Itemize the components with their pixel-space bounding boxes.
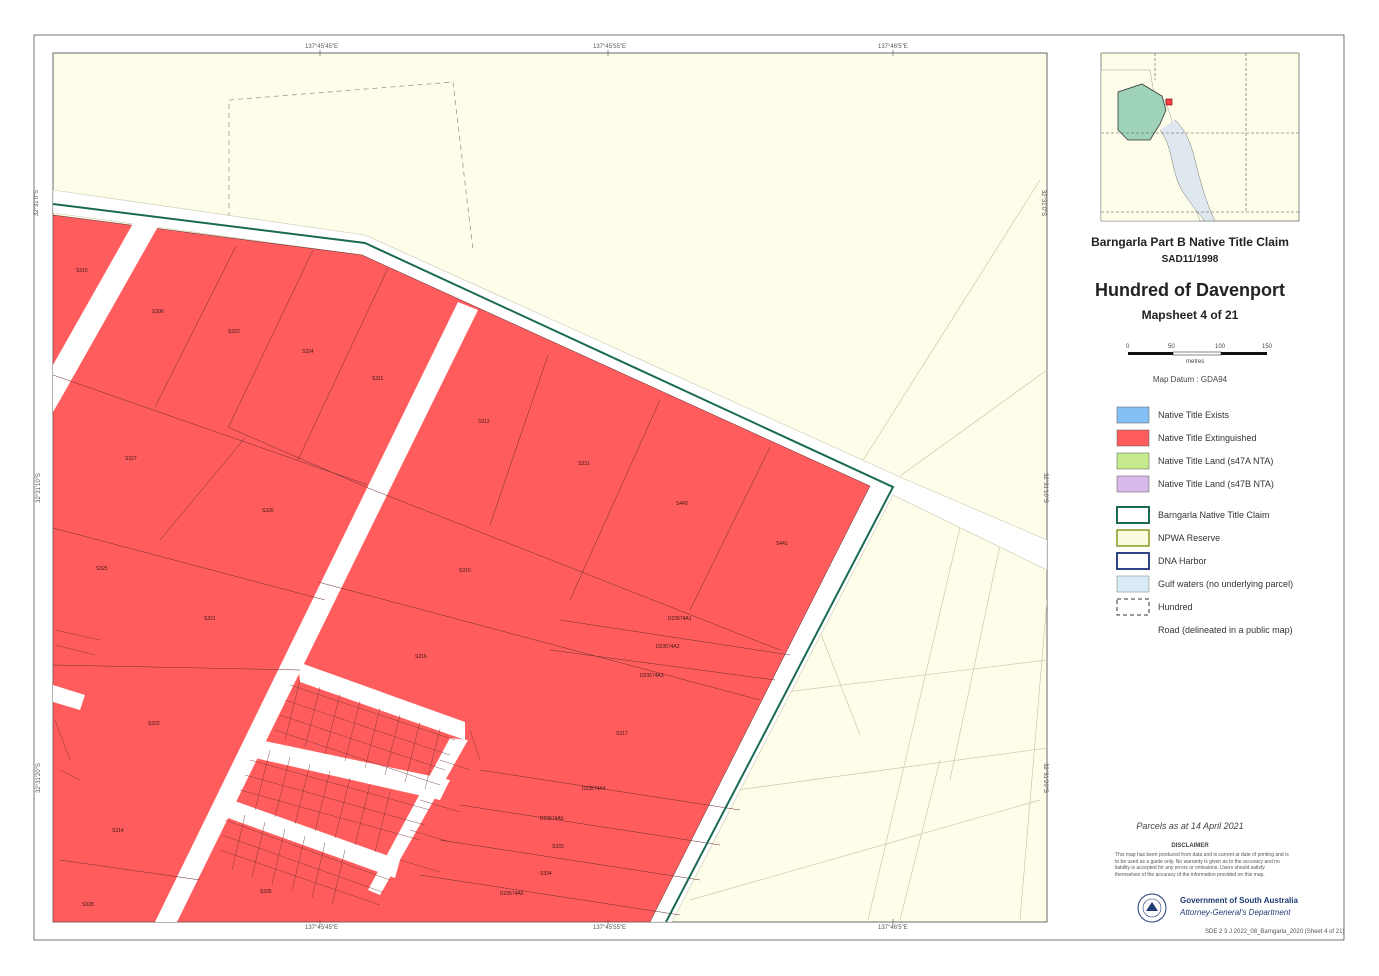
parcel-label: S324	[302, 349, 314, 355]
legend-swatch-purple-fill	[1116, 475, 1150, 493]
coord-right-2: 32°31'10"S	[1041, 473, 1048, 503]
coord-top-3: 137°46'5"E	[878, 44, 908, 50]
parcel-label: S331	[578, 461, 590, 467]
legend-label-s47a: Native Title Land (s47A NTA)	[1158, 456, 1274, 466]
parcel-label: S316	[415, 654, 427, 660]
parcel-label: D23574A6	[500, 891, 524, 897]
scale-tick-50: 50	[1168, 344, 1175, 350]
coord-left-1: 32°31'0"S	[34, 189, 41, 217]
coord-right-3: 32°31'20"S	[1041, 763, 1048, 793]
legend-label-gulf: Gulf waters (no underlying parcel)	[1158, 579, 1294, 589]
parcel-label: S441	[776, 541, 788, 547]
gov-department: Attorney-General's Department	[1180, 908, 1291, 917]
coord-bottom-1: 137°45'45"E	[305, 925, 339, 931]
parcel-label: S306	[152, 309, 164, 315]
legend-swatch-green-fill	[1116, 452, 1150, 470]
legend-swatch-claim-outline	[1116, 506, 1150, 524]
legend-swatch-red-fill	[1116, 429, 1150, 447]
legend-label-reserve: NPWA Reserve	[1158, 533, 1221, 543]
gov-emblem	[1137, 893, 1167, 923]
scale-tick-100: 100	[1215, 344, 1226, 350]
legend-label-road: Road (delineated in a public map)	[1158, 625, 1293, 635]
coord-left-3: 32°31'20"S	[35, 763, 42, 793]
parcel-label: D23574A1	[668, 616, 692, 622]
parcels-date: Parcels as at 14 April 2021	[1136, 821, 1244, 831]
mapsheet-label: Mapsheet 4 of 21	[1141, 308, 1239, 322]
parcel-label: D23574A3	[640, 673, 664, 679]
parcel-label: S326	[262, 508, 274, 514]
parcel-label: S311	[372, 376, 384, 382]
disclaimer-text: This map has been produced from data and…	[1115, 852, 1289, 878]
hundred-title: Hundred of Davenport	[1094, 280, 1285, 300]
legend-swatch-road-blank	[1117, 622, 1149, 638]
scale-unit: metres	[1186, 359, 1205, 365]
locator-inset[interactable]	[1100, 52, 1300, 222]
legend-swatch-reserve-pattern	[1116, 529, 1150, 547]
legend-swatches	[1116, 406, 1150, 638]
parcel-label: S322	[148, 721, 160, 727]
parcel-label: D23574A4	[582, 786, 606, 792]
legend-label-s47b: Native Title Land (s47B NTA)	[1158, 479, 1274, 489]
coord-top-1: 137°45'45"E	[305, 44, 339, 50]
parcel-label: S314	[112, 828, 124, 834]
coord-right-1: 32°31'0"S	[1040, 189, 1047, 217]
scale-tick-150: 150	[1262, 344, 1273, 350]
footer-reference: SDE 2 3 J 2022_08_Barngarla_2020 (Sheet …	[1205, 929, 1345, 935]
legend-label-hundred: Hundred	[1158, 602, 1193, 612]
legend-swatch-hundred-dashed	[1116, 598, 1150, 616]
map-datum: Map Datum : GDA94	[1152, 375, 1228, 384]
scale-bar	[1128, 351, 1267, 356]
legend-swatch-gulf-pattern	[1116, 575, 1150, 593]
parcel-label: S317	[616, 731, 628, 737]
claim-title: Barngarla Part B Native Title Claim	[1091, 235, 1289, 249]
disclaimer-heading: DISCLAIMER	[1171, 843, 1209, 849]
gov-name: Government of South Australia	[1180, 896, 1298, 905]
coord-bottom-2: 137°45'55"E	[593, 925, 627, 931]
parcel-label: S310	[459, 568, 471, 574]
parcel-label: D23574A2	[656, 644, 680, 650]
legend-label-exists: Native Title Exists	[1158, 410, 1230, 420]
parcel-label: S335	[260, 889, 272, 895]
legend-label-claim: Barngarla Native Title Claim	[1158, 510, 1270, 520]
legend-swatch-harbor-outline	[1116, 552, 1150, 570]
parcel-label: S333	[552, 844, 564, 850]
legend-label-extinguished: Native Title Extinguished	[1158, 433, 1257, 443]
parcel-label: S328	[82, 902, 94, 908]
parcel-label: D23574A5	[540, 816, 564, 822]
coord-bottom-3: 137°46'5"E	[878, 925, 908, 931]
coord-top-2: 137°45'55"E	[593, 44, 627, 50]
parcel-label: S321	[204, 616, 216, 622]
parcel-label: S440	[676, 501, 688, 507]
coord-left-2: 32°31'10"S	[35, 473, 42, 503]
parcel-label: S323	[228, 329, 240, 335]
scale-tick-0: 0	[1126, 344, 1130, 350]
parcel-label: S327	[125, 456, 137, 462]
parcel-label: S325	[96, 566, 108, 572]
legend-swatch-blue-fill	[1116, 406, 1150, 424]
parcel-label: S315	[76, 268, 88, 274]
locator-sheet-marker	[1165, 98, 1173, 106]
legend-label-harbor: DNA Harbor	[1158, 556, 1207, 566]
claim-number: SAD11/1998	[1161, 254, 1219, 265]
parcel-label: S334	[540, 871, 552, 877]
parcel-label: S312	[478, 419, 490, 425]
